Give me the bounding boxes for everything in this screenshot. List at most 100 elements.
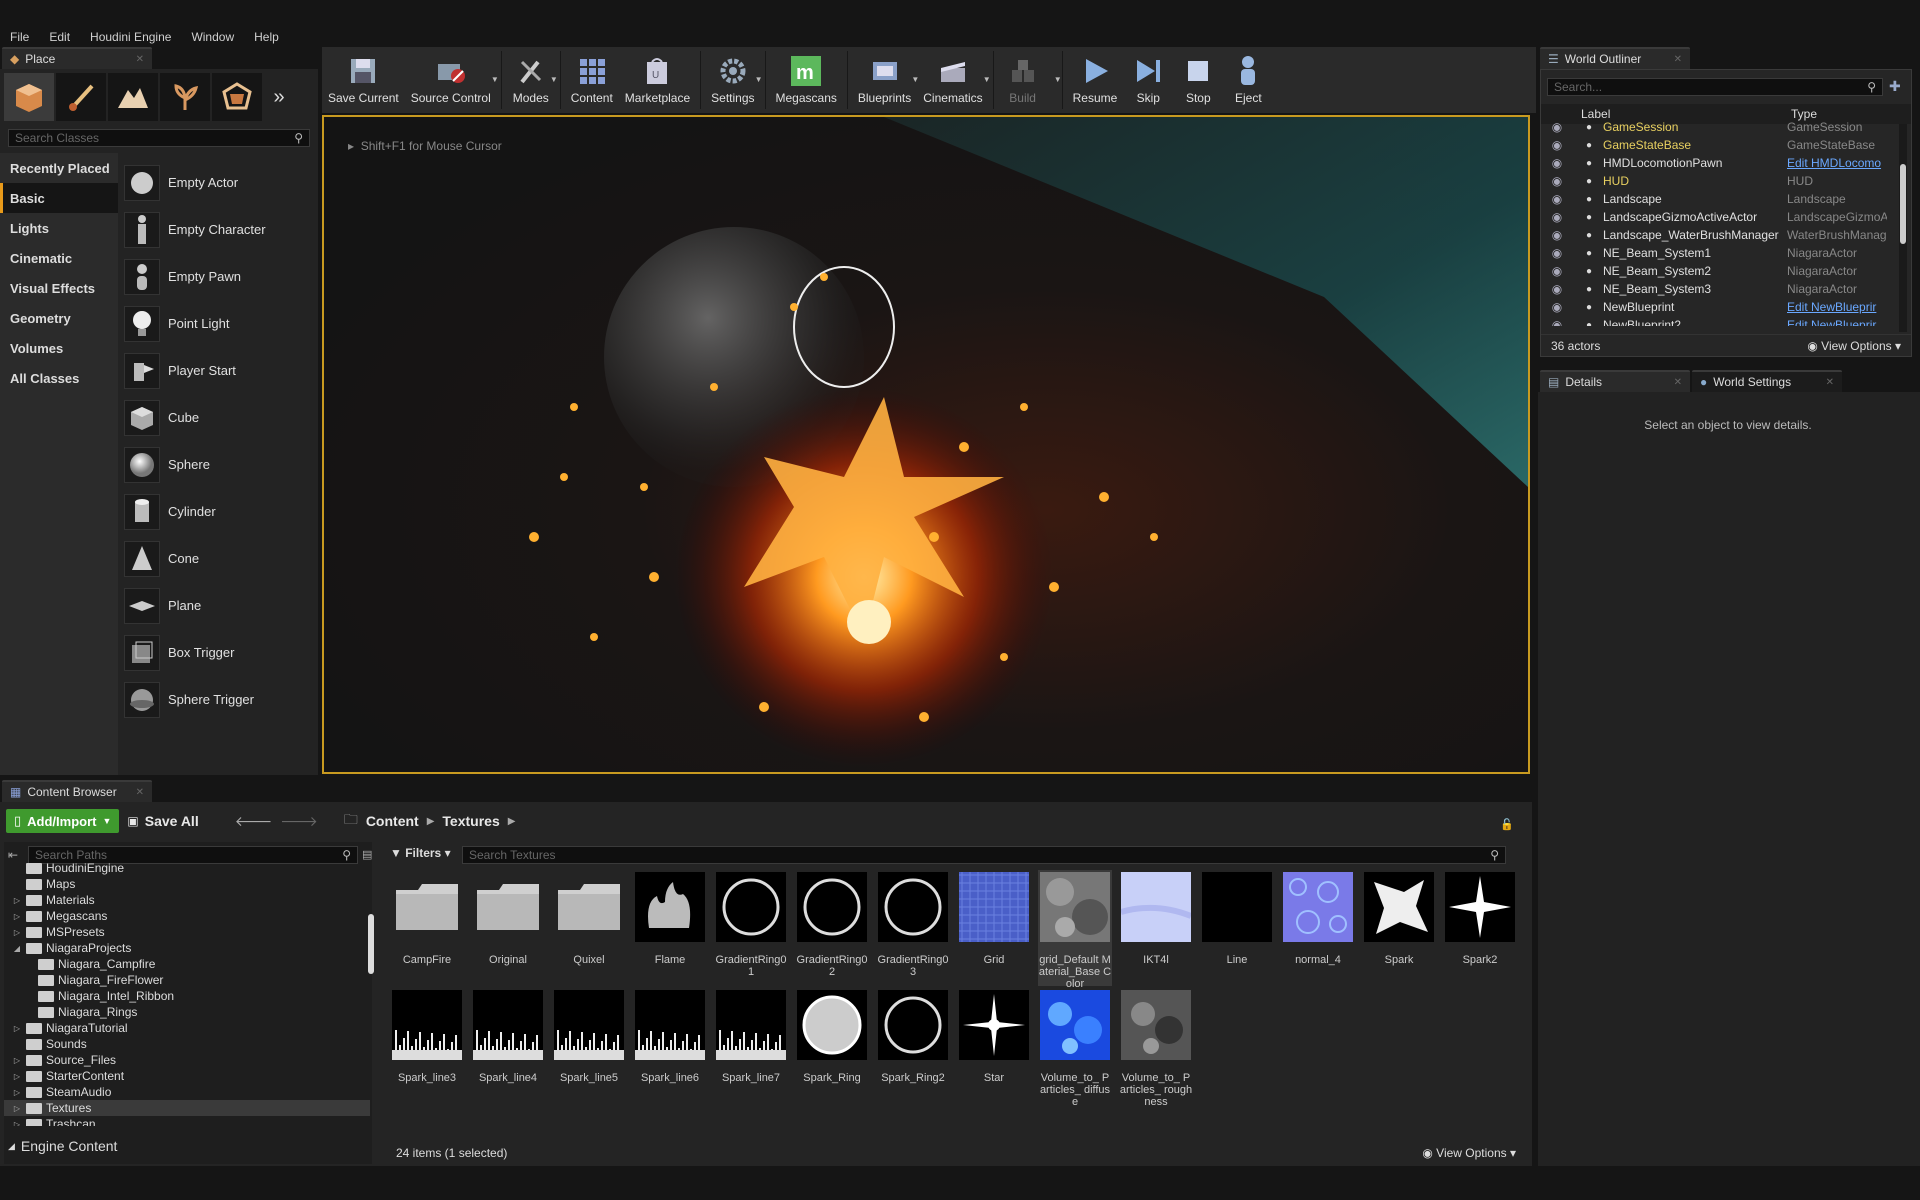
class-box-trigger[interactable]: Box Trigger: [124, 629, 314, 676]
visibility-eye-icon[interactable]: ◉: [1547, 300, 1567, 314]
tab-content-browser[interactable]: ▦ Content Browser ✕: [2, 780, 152, 802]
search-classes-input[interactable]: Search Classes ⚲: [8, 129, 310, 147]
expand-arrow-icon[interactable]: ▷: [12, 1072, 22, 1081]
geometry-mode-icon[interactable]: [212, 73, 262, 121]
asset-tile[interactable]: Spark2: [1443, 870, 1517, 986]
visibility-eye-icon[interactable]: ◉: [1547, 210, 1567, 224]
category-visual-effects[interactable]: Visual Effects: [0, 273, 118, 303]
asset-tile[interactable]: Spark: [1362, 870, 1436, 986]
settings-button[interactable]: Settings ▼: [705, 51, 763, 105]
add-folder-icon[interactable]: ✚: [1889, 78, 1907, 96]
outliner-row[interactable]: ◉ ● NE_Beam_System2 NiagaraActor: [1541, 262, 1899, 280]
class-sphere[interactable]: Sphere: [124, 441, 314, 488]
place-mode-icon[interactable]: [4, 73, 54, 121]
menu-houdini-engine[interactable]: Houdini Engine: [90, 30, 171, 44]
close-icon[interactable]: ✕: [136, 54, 144, 65]
landscape-mode-icon[interactable]: [108, 73, 158, 121]
back-arrow-icon[interactable]: 🡐: [235, 813, 273, 830]
cinematics-button[interactable]: Cinematics ▼: [917, 51, 991, 105]
outliner-row[interactable]: ◉ ● GameSession GameSession: [1541, 118, 1899, 136]
breadcrumb-content[interactable]: Content: [366, 813, 419, 829]
expand-arrow-icon[interactable]: ◢: [12, 944, 22, 953]
tab-details[interactable]: ▤ Details ✕: [1540, 370, 1690, 392]
category-basic[interactable]: Basic: [0, 183, 118, 213]
menu-file[interactable]: File: [10, 30, 29, 44]
category-all-classes[interactable]: All Classes: [0, 363, 118, 393]
chevron-down-icon[interactable]: ▼: [755, 75, 763, 84]
skip-button[interactable]: Skip: [1123, 51, 1173, 105]
visibility-eye-icon[interactable]: ◉: [1547, 120, 1567, 134]
visibility-eye-icon[interactable]: ◉: [1547, 318, 1567, 326]
class-empty-pawn[interactable]: Empty Pawn: [124, 253, 314, 300]
tree-folder[interactable]: ▷ Trashcan: [4, 1116, 370, 1126]
chevron-down-icon[interactable]: ▼: [983, 75, 991, 84]
outliner-row[interactable]: ◉ ● NE_Beam_System3 NiagaraActor: [1541, 280, 1899, 298]
class-cone[interactable]: Cone: [124, 535, 314, 582]
tab-place[interactable]: ◆ Place ✕: [2, 47, 152, 69]
class-plane[interactable]: Plane: [124, 582, 314, 629]
menu-window[interactable]: Window: [191, 30, 234, 44]
resume-button[interactable]: Resume: [1067, 51, 1124, 105]
visibility-eye-icon[interactable]: ◉: [1547, 282, 1567, 296]
tree-folder[interactable]: HoudiniEngine: [4, 860, 370, 876]
breadcrumb-textures[interactable]: Textures: [442, 813, 499, 829]
tree-folder[interactable]: ▷ NiagaraTutorial: [4, 1020, 370, 1036]
content-button[interactable]: Content: [565, 51, 619, 105]
tab-world-settings[interactable]: ● World Settings ✕: [1692, 370, 1842, 392]
tree-folder[interactable]: ▷ Megascans: [4, 908, 370, 924]
category-recently-placed[interactable]: Recently Placed: [0, 153, 118, 183]
outliner-row[interactable]: ◉ ● LandscapeGizmoActiveActor LandscapeGizm…: [1541, 208, 1899, 226]
asset-tile[interactable]: grid_Default Material_Base Color: [1038, 870, 1112, 990]
visibility-eye-icon[interactable]: ◉: [1547, 246, 1567, 260]
outliner-view-options[interactable]: ◉ View Options ▾: [1807, 339, 1901, 353]
tree-folder[interactable]: Maps: [4, 876, 370, 892]
class-empty-character[interactable]: Empty Character: [124, 206, 314, 253]
marketplace-button[interactable]: U Marketplace: [619, 51, 696, 105]
asset-tile[interactable]: IKT4l: [1119, 870, 1193, 986]
tree-folder[interactable]: Niagara_Campfire: [4, 956, 370, 972]
build-button[interactable]: Build ▼: [998, 51, 1062, 105]
expand-modes-icon[interactable]: »: [264, 73, 294, 121]
expand-arrow-icon[interactable]: ▷: [12, 1120, 22, 1127]
tree-folder[interactable]: Sounds: [4, 1036, 370, 1052]
tree-folder[interactable]: ▷ MSPresets: [4, 924, 370, 940]
paint-mode-icon[interactable]: [56, 73, 106, 121]
asset-tile[interactable]: GradientRing03: [876, 870, 950, 986]
asset-tile[interactable]: Spark_Ring: [795, 988, 869, 1104]
visibility-eye-icon[interactable]: ◉: [1547, 156, 1567, 170]
content-view-options[interactable]: ◉ View Options ▾: [1422, 1146, 1516, 1160]
tree-folder[interactable]: Niagara_Rings: [4, 1004, 370, 1020]
menu-help[interactable]: Help: [254, 30, 279, 44]
asset-tile[interactable]: Spark_line7: [714, 988, 788, 1104]
outliner-row[interactable]: ◉ ● NewBlueprint Edit NewBlueprir: [1541, 298, 1899, 316]
expand-arrow-icon[interactable]: ▷: [12, 912, 22, 921]
class-sphere-trigger[interactable]: Sphere Trigger: [124, 676, 314, 723]
actor-type[interactable]: Edit NewBlueprir: [1787, 318, 1887, 326]
visibility-eye-icon[interactable]: ◉: [1547, 174, 1567, 188]
asset-folder[interactable]: Original: [471, 870, 545, 986]
tree-folder[interactable]: ▷ Source_Files: [4, 1052, 370, 1068]
menu-edit[interactable]: Edit: [49, 30, 70, 44]
modes-button[interactable]: Modes ▼: [506, 51, 558, 105]
expand-arrow-icon[interactable]: ▷: [12, 928, 22, 937]
chevron-down-icon[interactable]: ▼: [550, 75, 558, 84]
class-empty-actor[interactable]: Empty Actor: [124, 159, 314, 206]
visibility-eye-icon[interactable]: ◉: [1547, 228, 1567, 242]
asset-tile[interactable]: Volume_to_ Particles_ roughness: [1119, 988, 1193, 1108]
save-current-button[interactable]: Save Current: [322, 51, 405, 105]
close-icon[interactable]: ✕: [1826, 377, 1834, 388]
actor-type[interactable]: Edit NewBlueprir: [1787, 300, 1887, 314]
class-player-start[interactable]: Player Start: [124, 347, 314, 394]
expand-arrow-icon[interactable]: ▷: [12, 1024, 22, 1033]
tree-folder[interactable]: ▷ Textures: [4, 1100, 370, 1116]
visibility-eye-icon[interactable]: ◉: [1547, 264, 1567, 278]
chevron-down-icon[interactable]: ▼: [1054, 75, 1062, 84]
filters-button[interactable]: ▼ Filters ▾: [390, 846, 451, 860]
close-icon[interactable]: ✕: [1674, 377, 1682, 388]
asset-tile[interactable]: Line: [1200, 870, 1274, 986]
blueprints-button[interactable]: Blueprints ▼: [852, 51, 919, 105]
level-viewport[interactable]: ▸ Shift+F1 for Mouse Cursor: [322, 115, 1530, 774]
tree-folder[interactable]: ▷ Materials: [4, 892, 370, 908]
add-import-button[interactable]: ▯ Add/Import ▼: [6, 809, 120, 833]
expand-arrow-icon[interactable]: ▷: [12, 1056, 22, 1065]
